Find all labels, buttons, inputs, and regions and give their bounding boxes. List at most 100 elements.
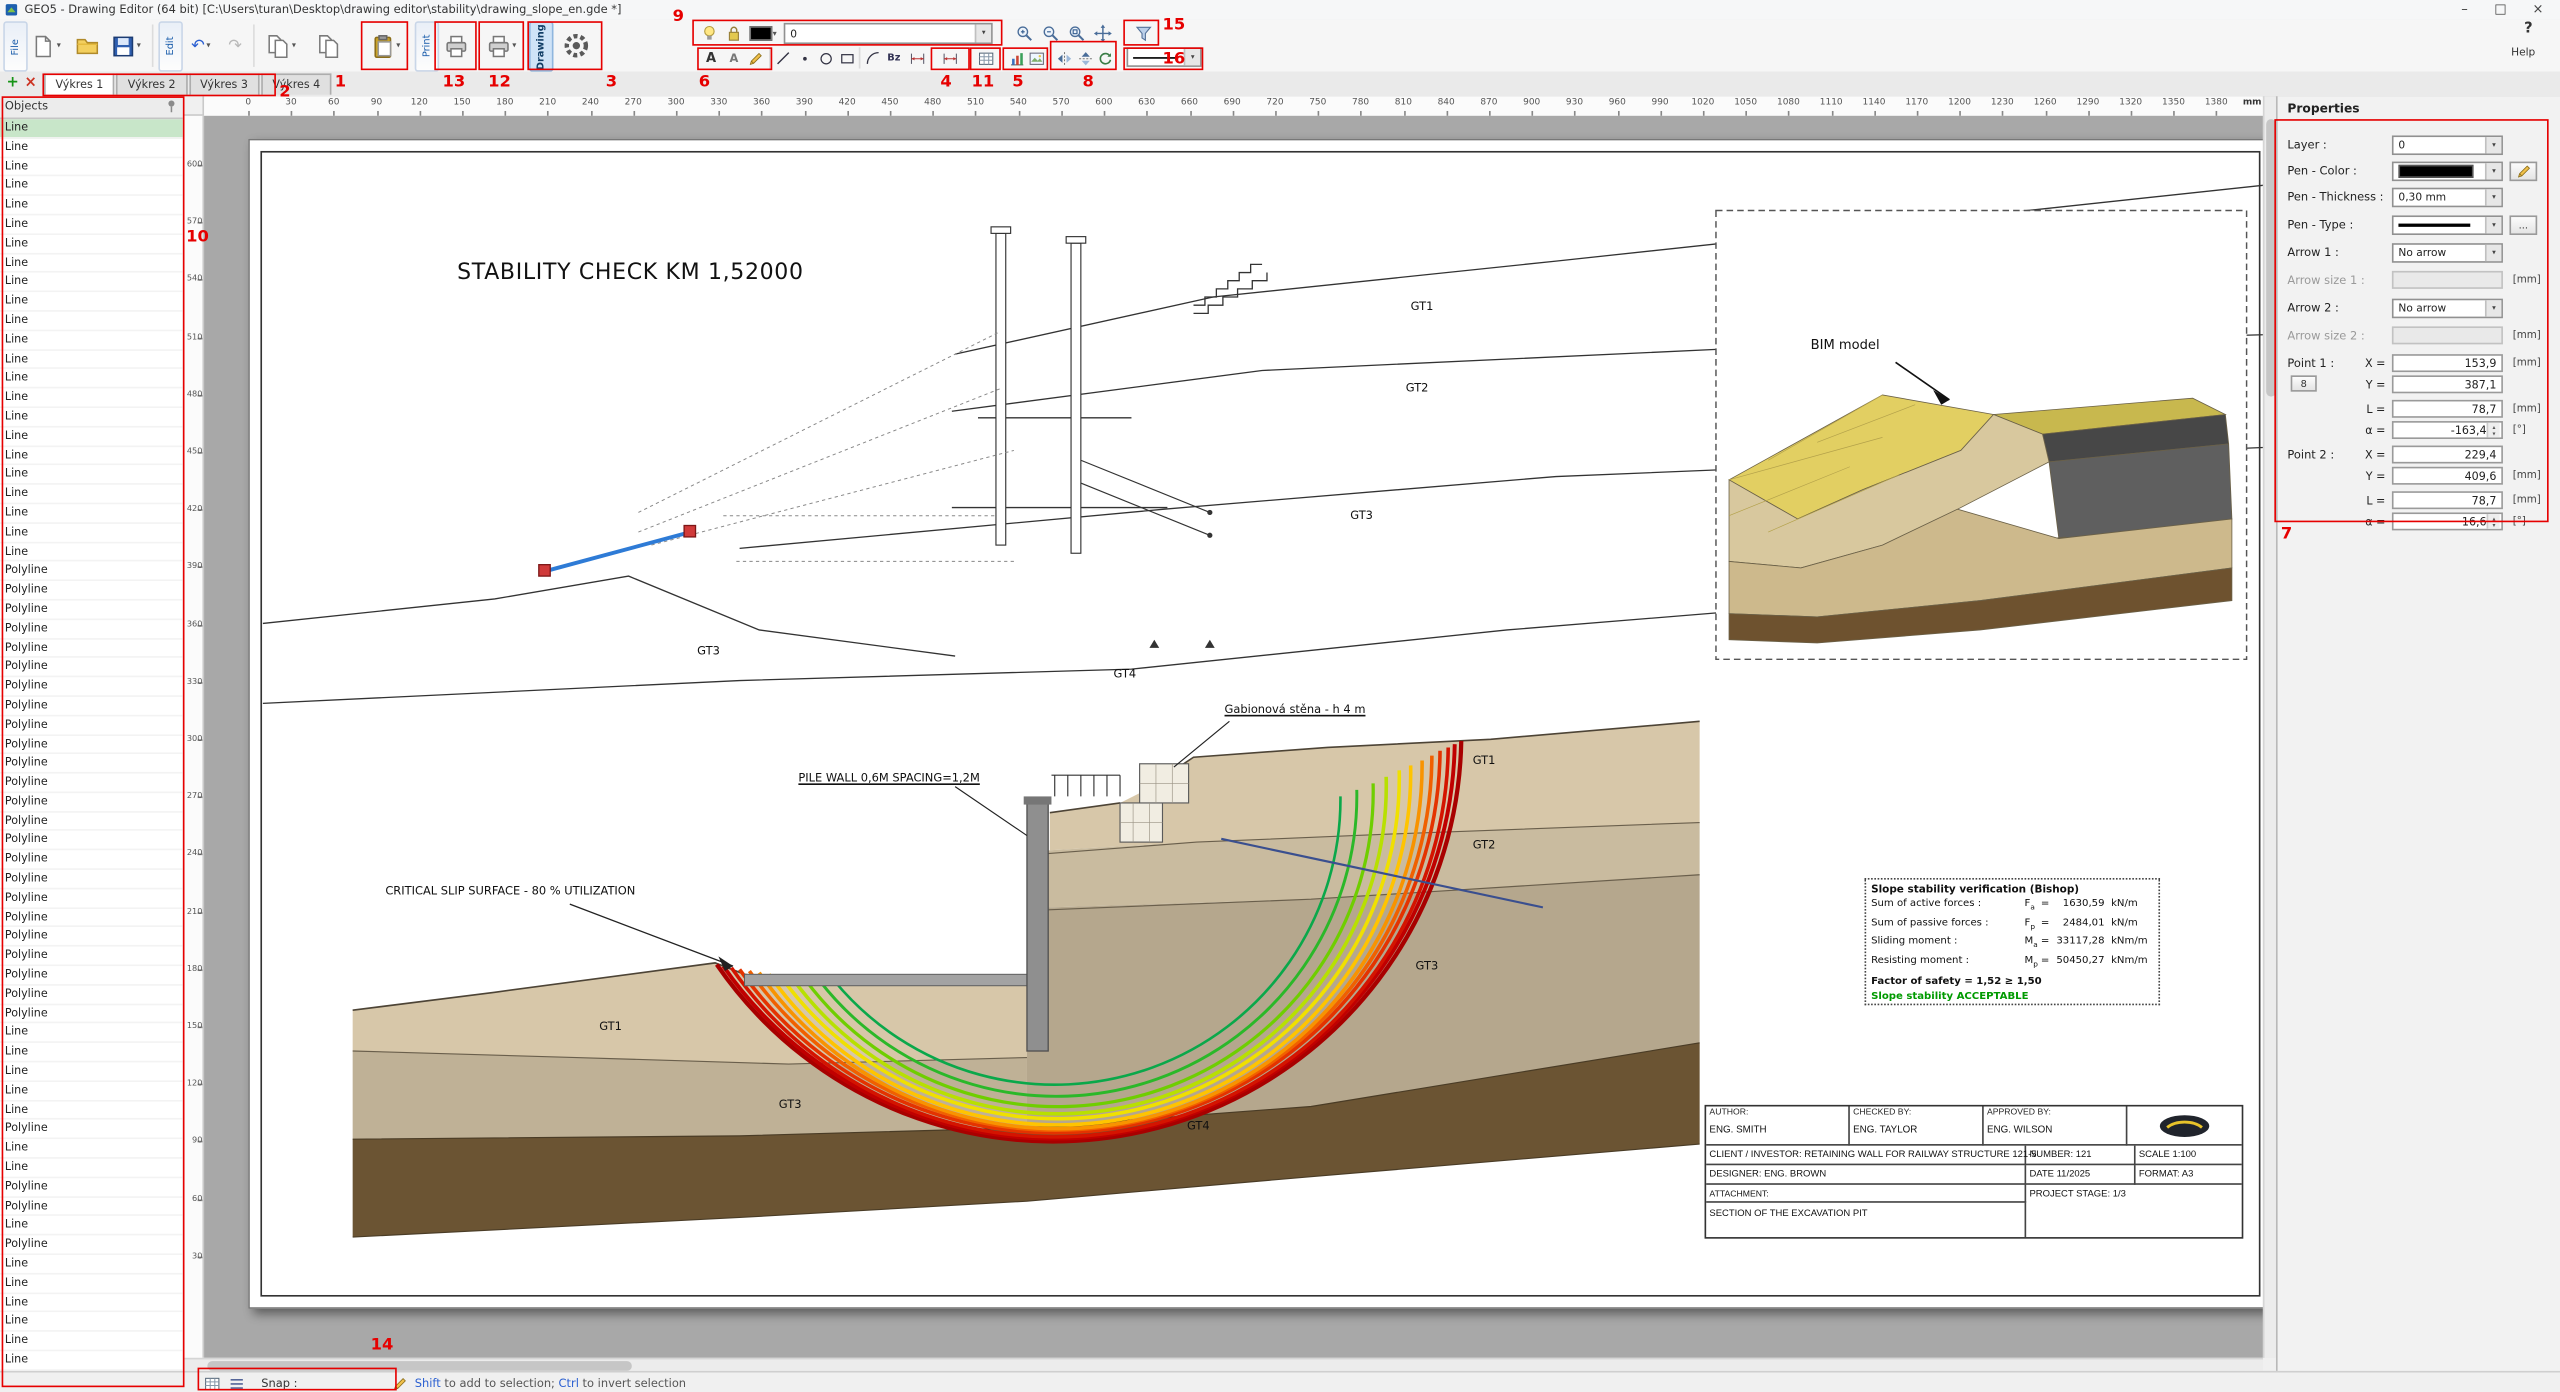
flip-vertical-button[interactable] [1074, 47, 1095, 68]
pen-visibility-button[interactable] [699, 23, 720, 44]
point1-angle-input[interactable]: -163,4▴▾ [2392, 421, 2503, 439]
save-file-button[interactable]: ▾ [106, 23, 145, 69]
copy-button[interactable]: ▾ [261, 23, 300, 69]
object-row[interactable]: Polyline [0, 908, 183, 927]
object-row[interactable]: Polyline [0, 600, 183, 619]
point2-x-input[interactable]: 229,4 [2392, 446, 2503, 464]
bezier-tool-button[interactable]: Bz [883, 47, 904, 68]
pen-color-picker-button[interactable] [2509, 162, 2537, 182]
object-row[interactable]: Line [0, 1101, 183, 1120]
object-row[interactable]: Polyline [0, 1236, 183, 1255]
object-row[interactable]: Line [0, 369, 183, 388]
horizontal-scrollbar[interactable] [184, 1358, 2262, 1371]
object-row[interactable]: Line [0, 312, 183, 331]
spinner-icon[interactable]: ▴▾ [2487, 423, 2500, 438]
annotate-tool-button[interactable] [745, 47, 768, 68]
selected-line[interactable] [545, 532, 690, 571]
table-tool-button[interactable] [973, 47, 999, 68]
print-menu-tab[interactable]: Print [415, 21, 439, 72]
object-row[interactable]: Polyline [0, 658, 183, 677]
object-row[interactable]: Polyline [0, 735, 183, 754]
object-row[interactable]: Line [0, 1043, 183, 1062]
object-row[interactable]: Line [0, 427, 183, 446]
object-row[interactable]: Line [0, 1351, 183, 1370]
pan-button[interactable] [1091, 23, 1114, 44]
snap-grid-button[interactable] [204, 1374, 220, 1392]
object-row[interactable]: Polyline [0, 831, 183, 850]
arrow2-select[interactable]: No arrow▾ [2392, 299, 2503, 319]
snap-lines-button[interactable] [229, 1374, 245, 1392]
open-file-button[interactable] [70, 23, 103, 69]
object-row[interactable]: Line [0, 119, 183, 138]
object-row[interactable]: Line [0, 1313, 183, 1332]
object-row[interactable]: Line [0, 1082, 183, 1101]
canvas-area[interactable]: STABILITY CHECK KM 1,52000 BIM model Slo… [204, 116, 2263, 1358]
tab-sheet-3[interactable]: Výkres 3 [189, 73, 260, 94]
undo-button[interactable]: ↶▾ [183, 23, 219, 69]
object-row[interactable]: Line [0, 177, 183, 196]
tab-sheet-2[interactable]: Výkres 2 [116, 73, 187, 94]
point1-y-input[interactable]: 387,1 [2392, 375, 2503, 393]
object-row[interactable]: Polyline [0, 889, 183, 908]
rotate-button[interactable] [1096, 47, 1116, 68]
pin-icon[interactable] [163, 98, 179, 114]
help-icon[interactable]: ? [2524, 21, 2533, 37]
object-row[interactable]: Line [0, 1024, 183, 1043]
point1-x-input[interactable]: 153,9 [2392, 354, 2503, 372]
image-tool-button[interactable] [1027, 47, 1047, 68]
point2-y-input[interactable]: 409,6 [2392, 467, 2503, 485]
edit-mode-button[interactable] [392, 1374, 408, 1392]
spinner-icon[interactable]: ▴▾ [2487, 514, 2500, 529]
object-row[interactable]: Polyline [0, 812, 183, 831]
edit-menu-tab[interactable]: Edit [158, 21, 182, 72]
object-row[interactable]: Line [0, 1063, 183, 1082]
object-row[interactable]: Line [0, 1217, 183, 1236]
object-row[interactable]: Polyline [0, 851, 183, 870]
tab-sheet-1[interactable]: Výkres 1 [44, 73, 115, 94]
help-label[interactable]: Help [2511, 46, 2535, 59]
object-row[interactable]: Polyline [0, 581, 183, 600]
add-sheet-button[interactable]: + [7, 75, 19, 91]
object-row[interactable]: Line [0, 235, 183, 254]
object-row[interactable]: Polyline [0, 774, 183, 793]
object-row[interactable]: Line [0, 292, 183, 311]
close-sheet-button[interactable]: × [24, 75, 36, 91]
chart-tool-button[interactable] [1006, 47, 1027, 68]
edit-text-tool-button[interactable]: A [723, 47, 744, 68]
dimension-tool-button[interactable] [934, 47, 967, 68]
object-row[interactable]: Polyline [0, 870, 183, 889]
copy-picture-button[interactable] [310, 23, 346, 69]
text-tool-button[interactable]: A [700, 47, 721, 68]
zoom-in-button[interactable] [1012, 23, 1035, 44]
object-row[interactable]: Line [0, 331, 183, 350]
drawing-menu-tab[interactable]: Drawing [529, 21, 553, 72]
drawing-paper[interactable]: STABILITY CHECK KM 1,52000 BIM model Slo… [248, 139, 2263, 1309]
object-row[interactable]: Polyline [0, 1178, 183, 1197]
pen-thickness-select[interactable]: 0,30 mm▾ [2392, 188, 2503, 208]
arc-tool-button[interactable] [862, 47, 883, 68]
object-row[interactable]: Polyline [0, 639, 183, 658]
dimension-aligned-button[interactable] [905, 47, 931, 68]
object-row[interactable]: Line [0, 1332, 183, 1351]
object-row[interactable]: Line [0, 408, 183, 427]
point2-l-input[interactable]: 78,7 [2392, 491, 2503, 509]
pen-lock-button[interactable] [723, 23, 744, 44]
point-swap-button[interactable]: 8 [2291, 375, 2317, 391]
object-row[interactable]: Polyline [0, 754, 183, 773]
object-row[interactable]: Polyline [0, 966, 183, 985]
object-row[interactable]: Polyline [0, 1197, 183, 1216]
point1-l-input[interactable]: 78,7 [2392, 400, 2503, 418]
flip-horizontal-button[interactable] [1053, 47, 1074, 68]
object-row[interactable]: Line [0, 466, 183, 485]
object-row[interactable]: Line [0, 543, 183, 562]
pen-type-more-button[interactable]: ... [2509, 215, 2537, 235]
object-row[interactable]: Polyline [0, 697, 183, 716]
object-row[interactable]: Polyline [0, 677, 183, 696]
object-row[interactable]: Line [0, 215, 183, 234]
point-tool-button[interactable] [793, 47, 814, 68]
object-row[interactable]: Line [0, 196, 183, 215]
object-row[interactable]: Line [0, 138, 183, 157]
new-file-button[interactable]: ▾ [26, 23, 65, 69]
rectangle-tool-button[interactable] [836, 47, 857, 68]
vertical-scrollbar[interactable] [2263, 96, 2276, 1358]
